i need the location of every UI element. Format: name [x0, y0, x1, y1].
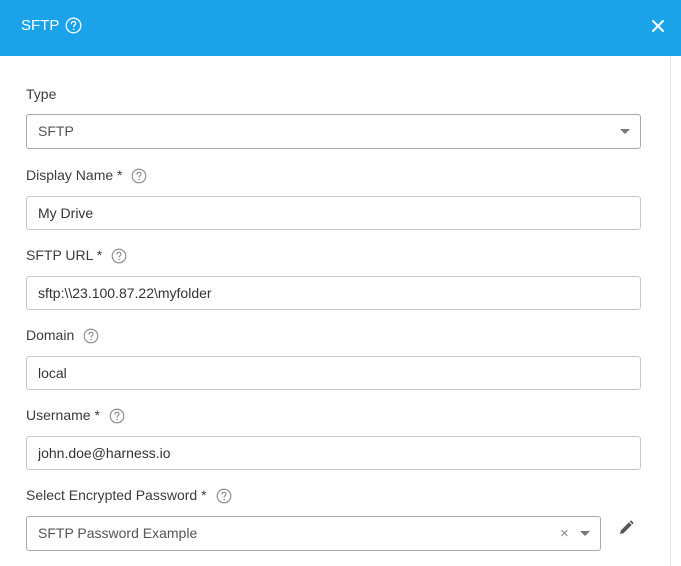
sftp-url-input[interactable]	[26, 276, 641, 310]
domain-label-text: Domain	[26, 327, 75, 343]
question-circle-icon[interactable]	[109, 408, 125, 424]
username-label-text: Username *	[26, 407, 100, 423]
password-select[interactable]: SFTP Password Example ×	[26, 516, 601, 551]
type-label-text: Type	[26, 86, 57, 102]
question-circle-icon[interactable]	[111, 248, 127, 264]
display-name-label: Display Name *	[26, 167, 147, 184]
pencil-icon[interactable]	[617, 519, 635, 537]
domain-input[interactable]	[26, 356, 641, 390]
type-select[interactable]: SFTP	[26, 114, 641, 149]
domain-label: Domain	[26, 327, 99, 344]
clear-icon[interactable]: ×	[560, 526, 569, 541]
question-circle-icon[interactable]	[83, 328, 99, 344]
question-circle-icon[interactable]	[216, 488, 232, 504]
chevron-down-icon[interactable]	[580, 531, 590, 536]
sftp-url-label: SFTP URL *	[26, 247, 127, 264]
close-icon[interactable]	[649, 17, 667, 35]
question-circle-icon[interactable]	[131, 168, 147, 184]
password-select-value: SFTP Password Example	[38, 525, 198, 541]
dialog-title: SFTP	[21, 17, 60, 34]
scrollbar-track[interactable]	[670, 56, 681, 566]
type-select-value: SFTP	[38, 123, 74, 139]
question-circle-icon[interactable]	[65, 17, 82, 34]
display-name-input[interactable]	[26, 196, 641, 230]
display-name-label-text: Display Name *	[26, 167, 123, 183]
password-label-text: Select Encrypted Password *	[26, 487, 207, 503]
sftp-url-label-text: SFTP URL *	[26, 247, 103, 263]
type-label: Type	[26, 86, 56, 103]
chevron-down-icon[interactable]	[620, 129, 630, 134]
password-label: Select Encrypted Password *	[26, 487, 232, 504]
dialog-header: SFTP	[0, 0, 681, 56]
username-input[interactable]	[26, 436, 641, 470]
username-label: Username *	[26, 407, 125, 424]
